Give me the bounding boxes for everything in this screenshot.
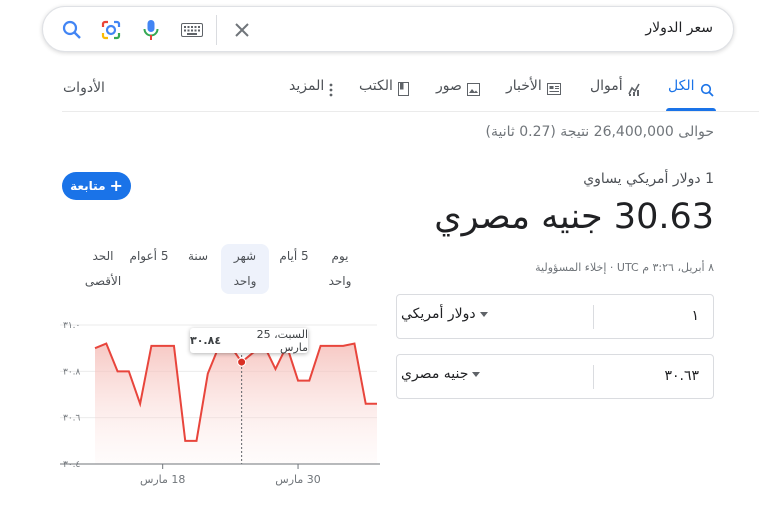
- lens-camera-icon[interactable]: [99, 18, 123, 42]
- chart-x-tick-label: 30 مارس: [275, 473, 320, 486]
- range-1m-line1: شهر: [233, 249, 257, 263]
- tooltip-value: ٣٠.٨٤: [190, 334, 222, 347]
- chart-area: [95, 343, 377, 464]
- chart-y-tick-label: ٣٠.٨: [63, 367, 81, 377]
- clear-icon[interactable]: [230, 18, 254, 42]
- range-1m-line2: واحد: [233, 274, 257, 288]
- search-bar-divider: [216, 15, 217, 45]
- conversion-from-label: 1 دولار أمريكي يساوي: [583, 171, 714, 187]
- tabs-divider: [62, 111, 759, 112]
- range-1d-line2: واحد: [328, 274, 352, 288]
- range-tab-1y[interactable]: سنة: [183, 244, 213, 269]
- tab-books[interactable]: الكتب: [359, 78, 409, 112]
- to-currency-box: ٣٠.٦٣ جنيه مصري: [396, 354, 714, 399]
- range-tab-max[interactable]: الحد الأقصى: [82, 244, 124, 294]
- from-currency-box: ١ دولار أمريكي: [396, 294, 714, 339]
- tab-all-label: الكل: [668, 78, 695, 94]
- search-bar[interactable]: سعر الدولار: [42, 6, 734, 52]
- tab-news[interactable]: الأخبار: [506, 78, 561, 112]
- dropdown-arrow-icon: [472, 371, 481, 377]
- tooltip-date: السبت، 25 مارس: [256, 327, 308, 354]
- tab-all[interactable]: الكل: [668, 78, 714, 112]
- tab-news-label: الأخبار: [506, 78, 542, 94]
- range-tab-1d[interactable]: يوم واحد: [324, 244, 356, 294]
- search-tabs: الكل أموال الأخبار صور الكتب المزيد: [0, 78, 759, 112]
- conversion-timestamp: ٨ أبريل، ٣:٢٦ م UTC · إخلاء المسؤولية: [535, 261, 714, 274]
- range-5y-line1: 5 أعوام: [129, 249, 169, 263]
- chart-y-tick-label: ٣١.٠: [63, 321, 80, 331]
- range-1y-line1: سنة: [187, 249, 209, 263]
- tab-more-label: المزيد: [289, 78, 325, 94]
- range-max-line1: الحد: [92, 249, 114, 263]
- tab-finance-label: أموال: [590, 78, 623, 94]
- tab-images-label: صور: [436, 78, 462, 94]
- to-box-separator: [593, 365, 594, 389]
- range-5d-line1: 5 أيام: [279, 249, 309, 263]
- range-tab-5d[interactable]: 5 أيام: [275, 244, 313, 269]
- chart-y-tick-label: ٣٠.٤: [63, 460, 81, 470]
- chart-x-tick-label: 18 مارس: [140, 473, 185, 486]
- follow-button[interactable]: + متابعة: [62, 172, 131, 200]
- news-icon: [546, 83, 561, 95]
- range-tab-5y[interactable]: 5 أعوام: [128, 244, 170, 269]
- chart-tooltip: ٣٠.٨٤ السبت، 25 مارس: [190, 327, 308, 354]
- keyboard-icon[interactable]: [180, 18, 204, 42]
- search-input[interactable]: سعر الدولار: [645, 20, 713, 36]
- search-icon: [700, 83, 714, 97]
- from-box-separator: [593, 305, 594, 329]
- conversion-result: 30.63 جنيه مصري: [434, 197, 714, 237]
- range-1d-line1: يوم: [331, 249, 349, 263]
- range-tab-1m[interactable]: شهر واحد: [221, 244, 269, 294]
- dropdown-arrow-icon: [479, 311, 488, 317]
- tab-books-label: الكتب: [359, 78, 393, 94]
- range-max-line2: الأقصى: [84, 274, 122, 288]
- image-icon: [466, 83, 480, 96]
- from-currency-label: دولار أمريكي: [401, 306, 476, 322]
- search-icon[interactable]: [60, 18, 84, 42]
- tab-more[interactable]: المزيد: [289, 78, 333, 112]
- more-vert-icon: [329, 83, 333, 97]
- microphone-icon[interactable]: [139, 18, 163, 42]
- tools-button[interactable]: الأدوات: [63, 80, 105, 96]
- book-icon: [397, 82, 409, 96]
- chart-y-tick-label: ٣٠.٦: [63, 414, 81, 424]
- finance-icon: [627, 83, 640, 96]
- result-stats: حوالى 26,400,000 نتيجة (0.27 ثانية): [485, 124, 714, 140]
- tab-finance[interactable]: أموال: [590, 78, 642, 112]
- to-currency-label: جنيه مصري: [401, 366, 469, 382]
- follow-label: متابعة: [70, 179, 106, 193]
- from-currency-select[interactable]: دولار أمريكي: [401, 306, 488, 322]
- to-amount-input[interactable]: ٣٠.٦٣: [664, 368, 699, 384]
- to-currency-select[interactable]: جنيه مصري: [401, 366, 481, 382]
- from-amount-input[interactable]: ١: [691, 308, 699, 324]
- plus-icon: +: [109, 176, 123, 195]
- chart-hover-point: [237, 357, 247, 367]
- tab-images[interactable]: صور: [436, 78, 480, 112]
